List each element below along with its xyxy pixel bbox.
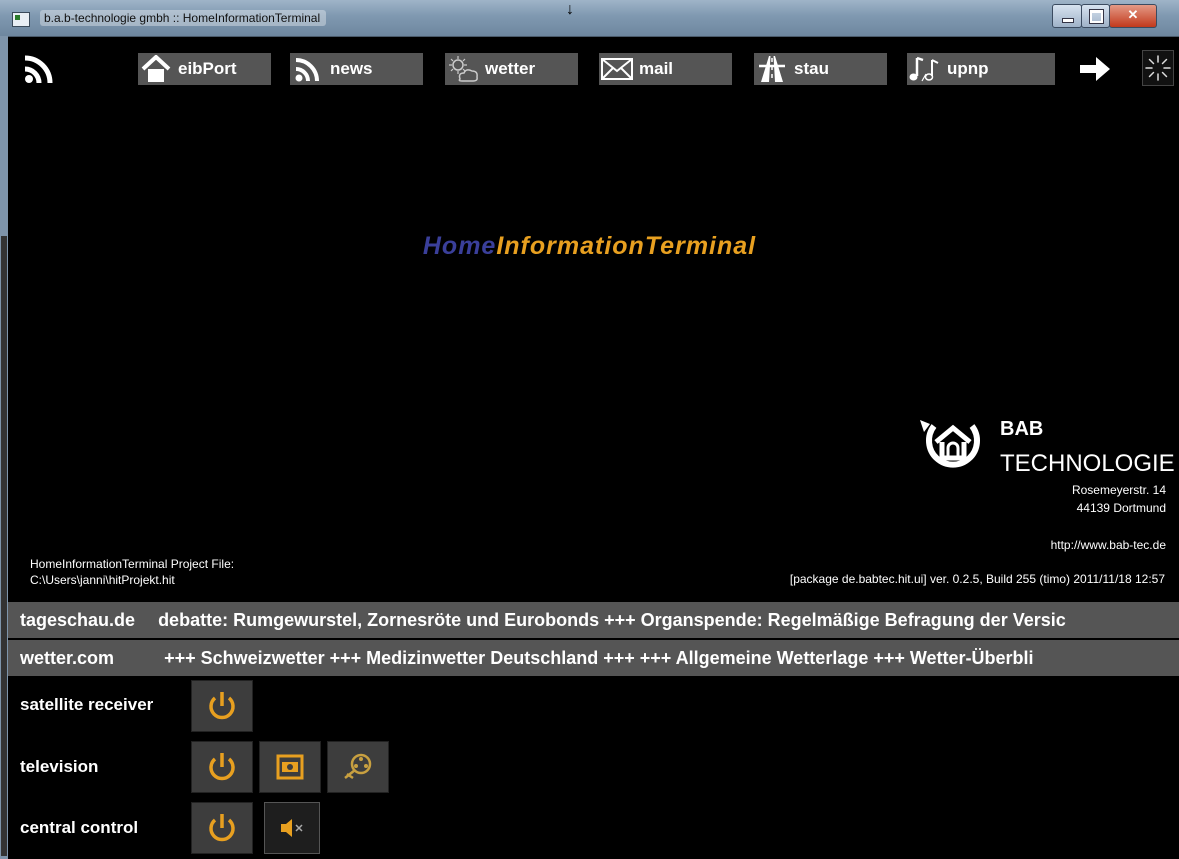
- bab-logo: BAB TECHNOLOGIE: [912, 412, 1175, 477]
- minimize-button[interactable]: [1052, 4, 1082, 28]
- title-part-home: Home: [422, 232, 497, 260]
- weather-icon: [445, 53, 481, 85]
- highway-icon: [754, 53, 790, 85]
- nav-mail-button[interactable]: mail: [599, 53, 732, 85]
- power-icon: [209, 753, 235, 781]
- mouse-cursor-icon: ↓: [566, 1, 574, 18]
- central-power-button[interactable]: [191, 802, 253, 854]
- tv-picture-icon: [276, 754, 304, 780]
- top-navigation: eibPort news wetter mail stau upnp: [8, 46, 1179, 90]
- title-part-information: Information: [496, 232, 645, 260]
- app-title: HomeInformationTerminal: [0, 232, 1179, 261]
- ticker-text: +++ Schweizwetter +++ Medizinwetter Deut…: [164, 648, 1034, 668]
- project-file-path: C:\Users\janni\hitProjekt.hit: [30, 573, 175, 587]
- television-power-button[interactable]: [191, 741, 253, 793]
- nav-stau-button[interactable]: stau: [754, 53, 887, 85]
- app-icon: [12, 12, 30, 27]
- central-mute-button[interactable]: [264, 802, 320, 854]
- logo-text-bab: BAB: [1000, 418, 1044, 440]
- project-file-label: HomeInformationTerminal Project File:: [30, 557, 235, 571]
- rss-icon: [290, 53, 326, 85]
- television-film-button[interactable]: [327, 741, 389, 793]
- window-title: b.a.b-technologie gmbh :: HomeInformatio…: [40, 10, 327, 26]
- address-city: 44139 Dortmund: [1076, 501, 1166, 515]
- bab-logo-icon: [920, 420, 980, 468]
- satellite-power-button[interactable]: [191, 680, 253, 732]
- ticker-source: tageschau.de: [20, 610, 136, 630]
- logo-text-technologie: TECHNOLOGIE: [1000, 450, 1175, 477]
- nav-news-label: news: [330, 59, 373, 78]
- window-title-bar[interactable]: b.a.b-technologie gmbh :: HomeInformatio…: [0, 0, 1179, 37]
- website-link[interactable]: http://www.bab-tec.de: [1051, 538, 1166, 552]
- title-part-terminal: Terminal: [644, 232, 757, 260]
- television-picture-button[interactable]: [259, 741, 321, 793]
- nav-wetter-label: wetter: [485, 59, 536, 78]
- nav-eibport-button[interactable]: eibPort: [138, 53, 271, 85]
- version-info: [package de.babtec.hit.ui] ver. 0.2.5, B…: [789, 572, 1165, 586]
- device-label-central: central control: [20, 818, 139, 837]
- nav-news-button[interactable]: news: [290, 53, 423, 85]
- window-left-border: [0, 36, 8, 859]
- address-street: Rosemeyerstr. 14: [1071, 483, 1166, 497]
- scrollbar-thumb[interactable]: [1, 236, 7, 856]
- power-icon: [209, 692, 235, 720]
- mail-icon: [599, 53, 635, 85]
- arrow-right-icon[interactable]: [1078, 54, 1112, 89]
- device-label-satellite: satellite receiver: [20, 695, 154, 714]
- nav-eibport-label: eibPort: [178, 59, 237, 78]
- nav-mail-label: mail: [639, 59, 674, 78]
- power-icon: [209, 814, 235, 842]
- ticker-source: wetter.com: [20, 648, 115, 668]
- maximize-button[interactable]: [1081, 4, 1110, 28]
- tv-film-icon: [344, 753, 372, 780]
- loading-spinner-icon: [1142, 50, 1174, 86]
- home-icon: [138, 53, 174, 85]
- device-label-television: television: [20, 757, 99, 776]
- news-ticker[interactable]: tageschau.de debatte: Rumgewurstel, Zorn…: [8, 602, 1179, 638]
- nav-upnp-label: upnp: [947, 59, 989, 78]
- rss-icon[interactable]: [22, 52, 56, 91]
- mute-icon: [281, 819, 303, 837]
- nav-stau-label: stau: [794, 59, 829, 78]
- nav-wetter-button[interactable]: wetter: [445, 53, 578, 85]
- nav-upnp-button[interactable]: upnp: [907, 53, 1055, 85]
- weather-ticker[interactable]: wetter.com +++ Schweizwetter +++ Medizin…: [8, 640, 1179, 676]
- close-button[interactable]: ✕: [1109, 4, 1157, 28]
- music-note-icon: [907, 53, 943, 85]
- ticker-text: debatte: Rumgewurstel, Zornesröte und Eu…: [158, 610, 1066, 630]
